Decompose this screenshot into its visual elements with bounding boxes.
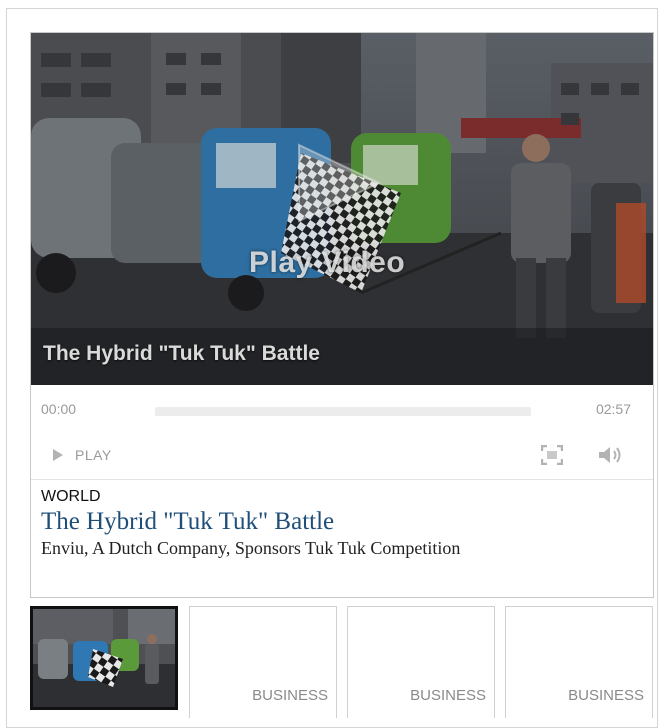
thumbnail-image bbox=[33, 609, 175, 707]
video-caption: The Hybrid "Tuk Tuk" Battle bbox=[43, 342, 320, 365]
thumbnail-category: BUSINESS bbox=[410, 687, 486, 704]
article-info: WORLD The Hybrid "Tuk Tuk" Battle Enviu,… bbox=[41, 487, 653, 559]
article-subtitle: Enviu, A Dutch Company, Sponsors Tuk Tuk… bbox=[41, 538, 461, 558]
volume-icon[interactable] bbox=[597, 444, 625, 466]
video-frame-image bbox=[31, 33, 653, 385]
thumbnail-strip: BUSINESS BUSINESS BUSINESS bbox=[30, 606, 654, 718]
thumbnail-1[interactable]: BUSINESS bbox=[189, 606, 337, 718]
play-button-label: PLAY bbox=[75, 447, 112, 463]
thumbnail-3[interactable]: BUSINESS bbox=[505, 606, 653, 718]
total-time: 02:57 bbox=[595, 401, 631, 417]
play-video-overlay-label[interactable]: Play Video bbox=[249, 246, 405, 280]
player-controls: 00:00 02:57 PLAY bbox=[31, 385, 653, 480]
thumbnail-2[interactable]: BUSINESS bbox=[347, 606, 495, 718]
category-label: WORLD bbox=[41, 488, 101, 505]
current-time: 00:00 bbox=[41, 401, 77, 417]
progress-bar[interactable] bbox=[155, 407, 531, 416]
thumbnail-category: BUSINESS bbox=[568, 687, 644, 704]
thumbnail-category: BUSINESS bbox=[252, 687, 328, 704]
article-title-link[interactable]: The Hybrid "Tuk Tuk" Battle bbox=[41, 507, 653, 537]
thumbnail-0[interactable] bbox=[30, 606, 178, 710]
play-button[interactable]: PLAY bbox=[53, 447, 112, 463]
video-screen[interactable]: Play Video The Hybrid "Tuk Tuk" Battle bbox=[31, 33, 653, 385]
fullscreen-icon[interactable] bbox=[541, 445, 563, 465]
play-icon bbox=[53, 449, 63, 461]
video-player: Play Video The Hybrid "Tuk Tuk" Battle 0… bbox=[30, 32, 654, 598]
